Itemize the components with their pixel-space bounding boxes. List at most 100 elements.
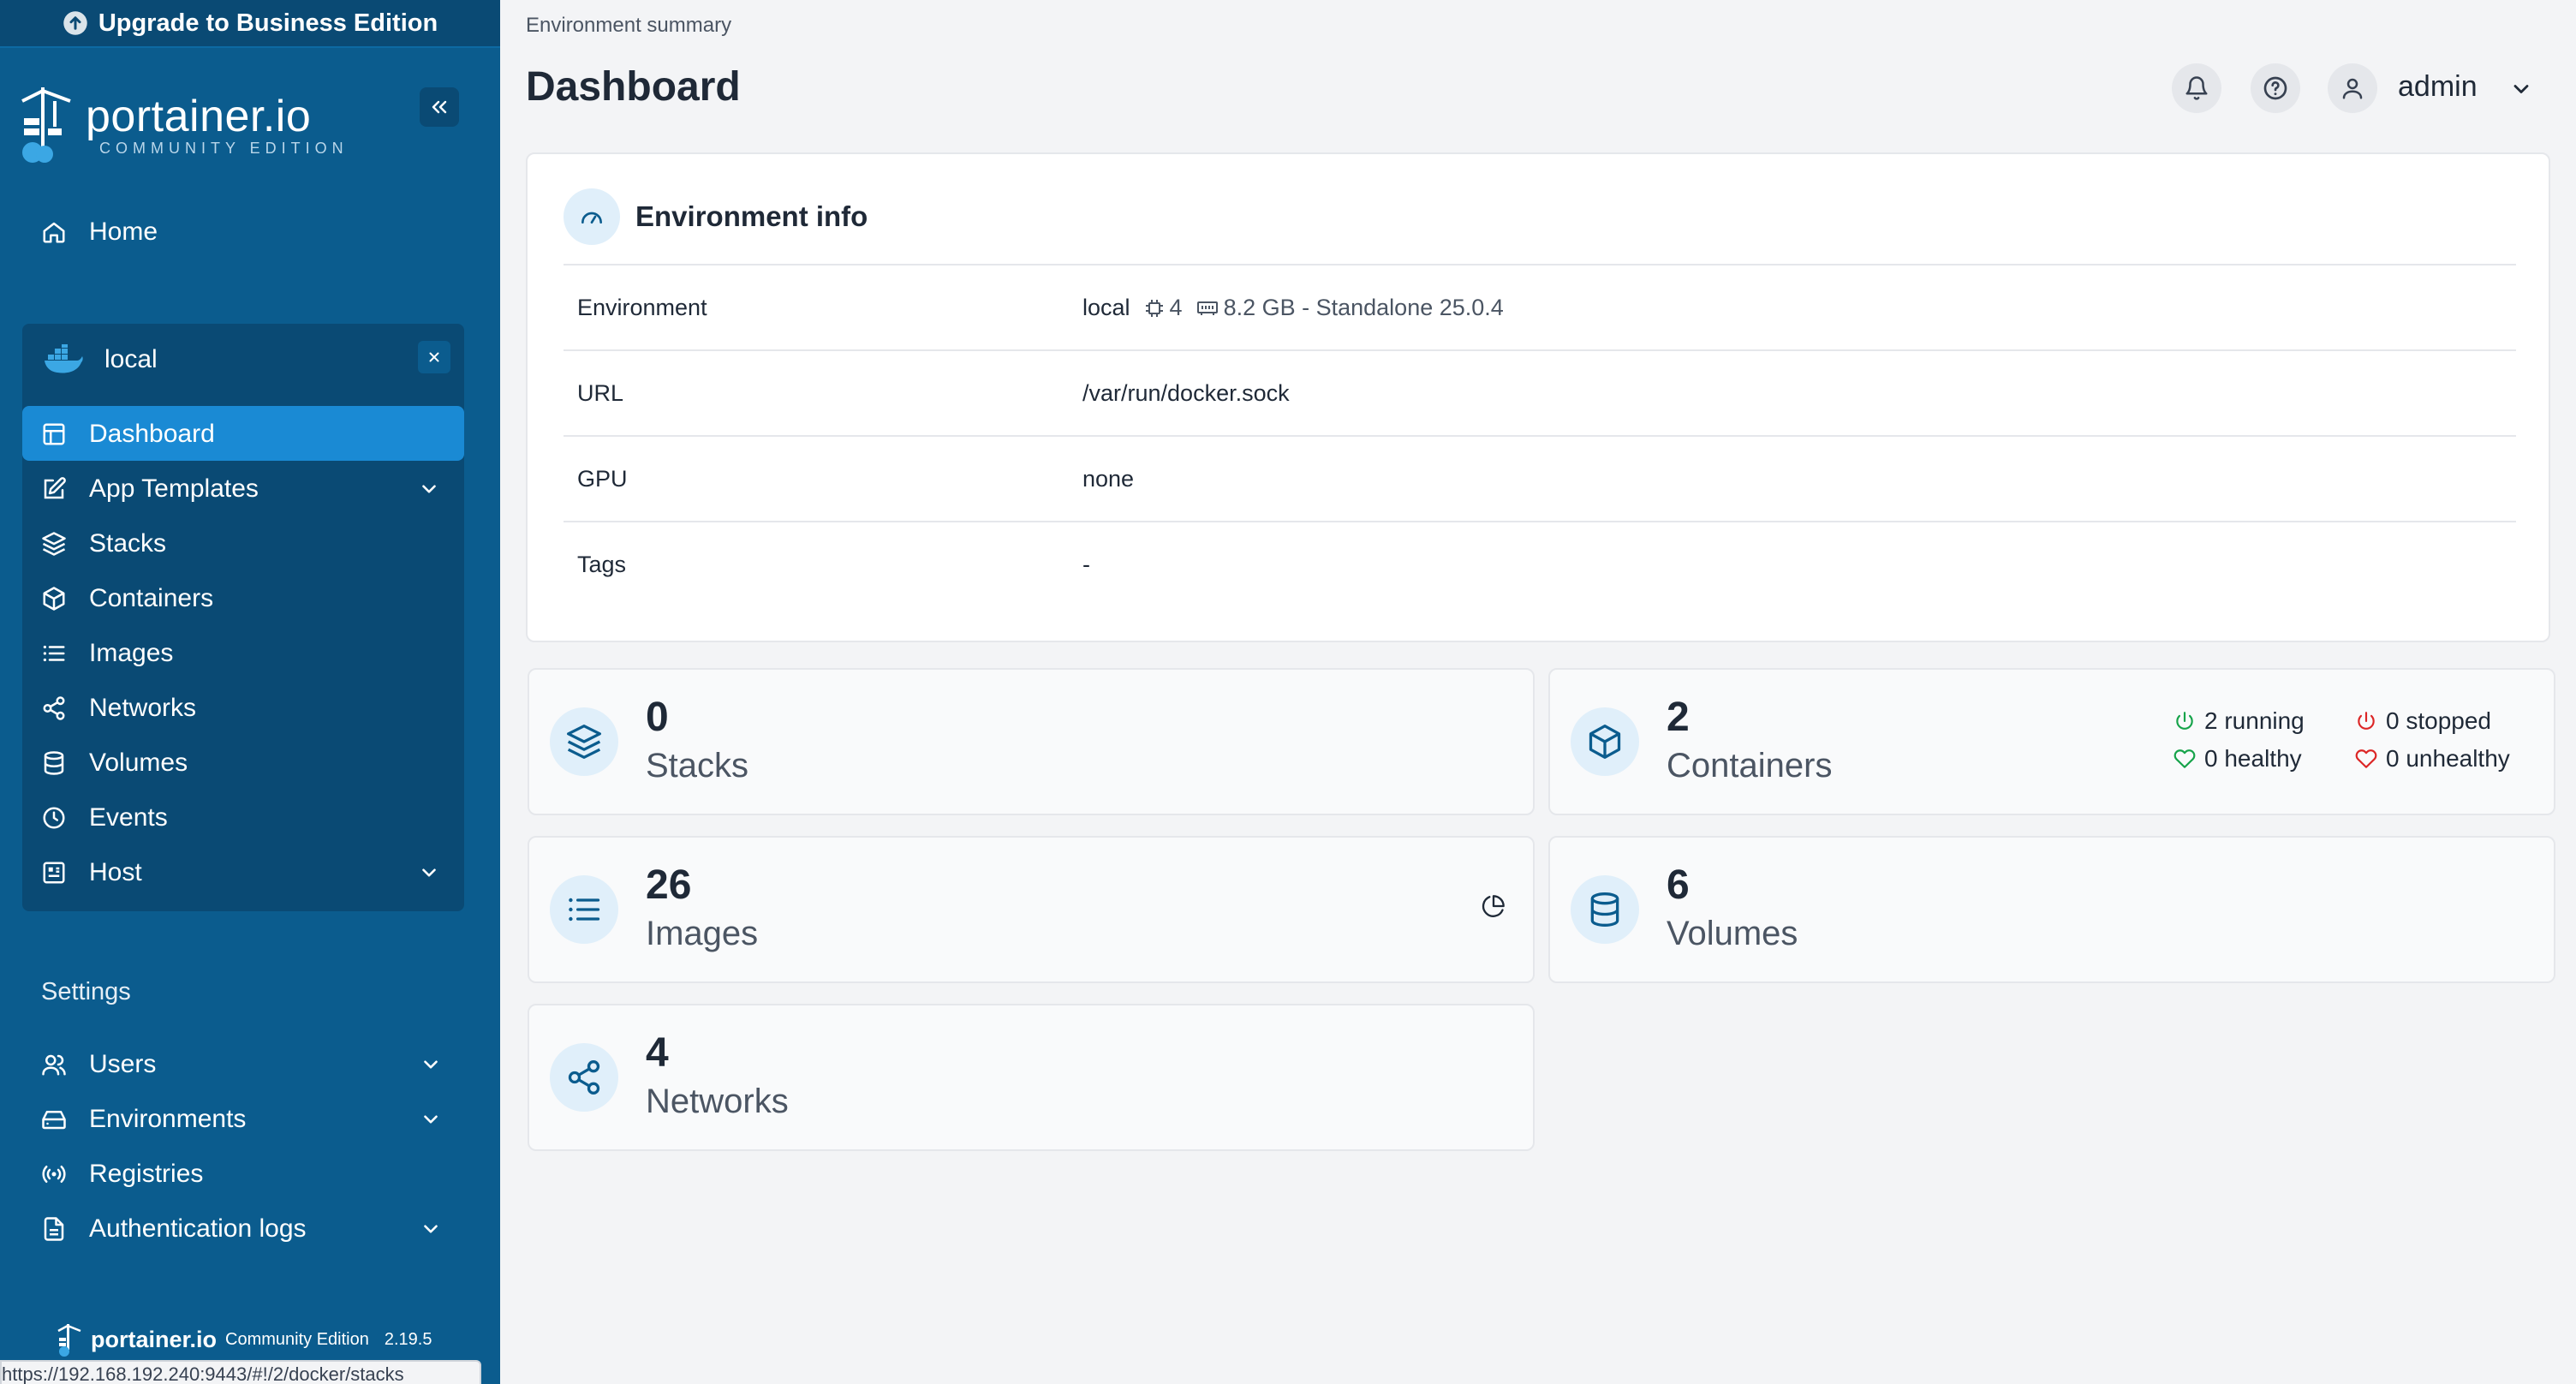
networks-card[interactable]: 4 Networks	[528, 1004, 1535, 1151]
radio-icon	[41, 1161, 67, 1187]
user-name[interactable]: admin	[2398, 70, 2478, 104]
networks-label: Networks	[646, 1083, 789, 1120]
sidebar-item-events[interactable]: Events	[41, 803, 168, 832]
containers-count: 2	[1667, 695, 1690, 740]
info-row-gpu: GPU none	[564, 435, 2516, 521]
status-bar-url: https://192.168.192.240:9443/#!/2/docker…	[0, 1360, 481, 1384]
healthy-count: 0 healthy	[2204, 745, 2302, 772]
database-icon	[41, 750, 67, 776]
sidebar: Upgrade to Business Edition portainer.io…	[0, 0, 500, 1384]
layers-icon	[550, 707, 618, 776]
chevron-down-icon[interactable]	[2509, 77, 2533, 101]
upgrade-banner[interactable]: Upgrade to Business Edition	[0, 0, 500, 48]
volumes-label: Volumes	[1667, 915, 1798, 952]
help-circle-icon	[2262, 75, 2289, 102]
portainer-logo[interactable]: portainer.io COMMUNITY EDITION	[19, 84, 349, 166]
environment-header[interactable]: local	[43, 344, 158, 375]
file-icon	[41, 1216, 67, 1242]
sidebar-item-networks[interactable]: Networks	[41, 694, 196, 723]
breadcrumb[interactable]: Environment summary	[526, 14, 731, 38]
share-icon	[550, 1043, 618, 1112]
settings-title: Settings	[41, 978, 131, 1005]
sidebar-item-users[interactable]: Users	[41, 1050, 447, 1079]
info-value: local 4 8.2 GB - Standalone 25.0.4	[1082, 295, 1504, 321]
collapse-sidebar-button[interactable]	[420, 87, 459, 127]
power-icon	[2174, 710, 2196, 732]
sidebar-item-label: Containers	[89, 584, 214, 612]
user-avatar[interactable]	[2328, 63, 2377, 113]
sidebar-item-label: Volumes	[89, 749, 188, 777]
chevrons-left-icon	[429, 97, 450, 117]
users-icon	[41, 1052, 67, 1077]
edit-icon	[41, 476, 67, 502]
environment-info-card: Environment info Environment local 4 8.2…	[526, 152, 2550, 642]
layers-icon	[41, 531, 67, 557]
stacks-label: Stacks	[646, 747, 749, 784]
sidebar-item-host[interactable]: Host	[41, 858, 447, 887]
unhealthy-status: 0 unhealthy	[2355, 745, 2510, 773]
environment-name: local	[104, 345, 158, 373]
sidebar-item-images[interactable]: Images	[41, 639, 173, 668]
logo-sub: COMMUNITY EDITION	[99, 139, 349, 157]
notifications-button[interactable]	[2172, 63, 2221, 113]
sidebar-item-environments[interactable]: Environments	[41, 1105, 447, 1134]
footer-version: 2.19.5	[384, 1329, 432, 1349]
volumes-card[interactable]: 6 Volumes	[1548, 836, 2555, 983]
sidebar-item-containers[interactable]: Containers	[41, 584, 213, 613]
footer-brand-name: portainer.io	[91, 1326, 218, 1352]
footer-edition: Community Edition	[225, 1329, 369, 1349]
footer-brand: portainer.io Community Edition 2.19.5	[57, 1322, 432, 1357]
logo-main: portainer.io	[86, 91, 312, 141]
home-icon	[41, 219, 67, 245]
sidebar-item-registries[interactable]: Registries	[41, 1160, 203, 1189]
info-row-url: URL /var/run/docker.sock	[564, 349, 2516, 435]
info-value: none	[1082, 466, 1135, 492]
sidebar-item-dashboard[interactable]: Dashboard	[41, 420, 215, 449]
sidebar-item-label: App Templates	[89, 474, 259, 503]
power-icon	[2355, 710, 2377, 732]
volumes-count: 6	[1667, 862, 1690, 908]
running-status: 2 running	[2174, 707, 2305, 735]
containers-card[interactable]: 2 Containers 2 running 0 stopped 0 healt…	[1548, 668, 2555, 815]
memory-icon	[1196, 298, 1219, 319]
sidebar-item-volumes[interactable]: Volumes	[41, 749, 188, 778]
bell-icon	[2184, 75, 2209, 101]
chevron-down-icon	[420, 1218, 442, 1240]
environment-meta: 4 8.2 GB - Standalone 25.0.4	[1144, 295, 1504, 321]
close-environment-button[interactable]	[418, 341, 450, 373]
sidebar-item-authentication-logs[interactable]: Authentication logs	[41, 1214, 447, 1244]
logo-text: portainer.io COMMUNITY EDITION	[86, 93, 349, 158]
environment-info-header: Environment info	[564, 188, 868, 245]
stacks-count: 0	[646, 695, 669, 740]
stopped-status: 0 stopped	[2355, 707, 2491, 735]
help-button[interactable]	[2251, 63, 2300, 113]
sidebar-item-app-templates[interactable]: App Templates	[41, 474, 447, 504]
sidebar-item-home[interactable]: Home	[41, 218, 158, 247]
page-title: Dashboard	[526, 64, 741, 110]
gauge-icon	[564, 188, 620, 245]
stacks-card[interactable]: 0 Stacks	[528, 668, 1535, 815]
sidebar-item-stacks[interactable]: Stacks	[41, 529, 166, 558]
box-icon	[41, 586, 67, 611]
images-card[interactable]: 26 Images	[528, 836, 1535, 983]
hdd-icon	[41, 1107, 67, 1132]
info-key: Environment	[577, 295, 707, 320]
close-icon	[426, 349, 442, 365]
environment-value: local	[1082, 295, 1130, 320]
heart-icon	[2174, 748, 2196, 770]
info-row-tags: Tags -	[564, 521, 2516, 606]
networks-count: 4	[646, 1030, 669, 1076]
docker-icon	[43, 344, 84, 375]
heart-icon	[2355, 748, 2377, 770]
info-key: GPU	[577, 466, 628, 492]
sidebar-item-label: Images	[89, 639, 174, 667]
sidebar-item-label: Authentication logs	[89, 1214, 307, 1243]
pie-chart-icon[interactable]	[1482, 894, 1506, 918]
info-key: Tags	[577, 552, 627, 577]
images-count: 26	[646, 862, 692, 908]
unhealthy-count: 0 unhealthy	[2386, 745, 2510, 772]
portainer-small-logo-icon	[57, 1322, 82, 1357]
images-label: Images	[646, 915, 759, 952]
sidebar-item-label: Environments	[89, 1105, 247, 1133]
list-icon	[550, 875, 618, 944]
